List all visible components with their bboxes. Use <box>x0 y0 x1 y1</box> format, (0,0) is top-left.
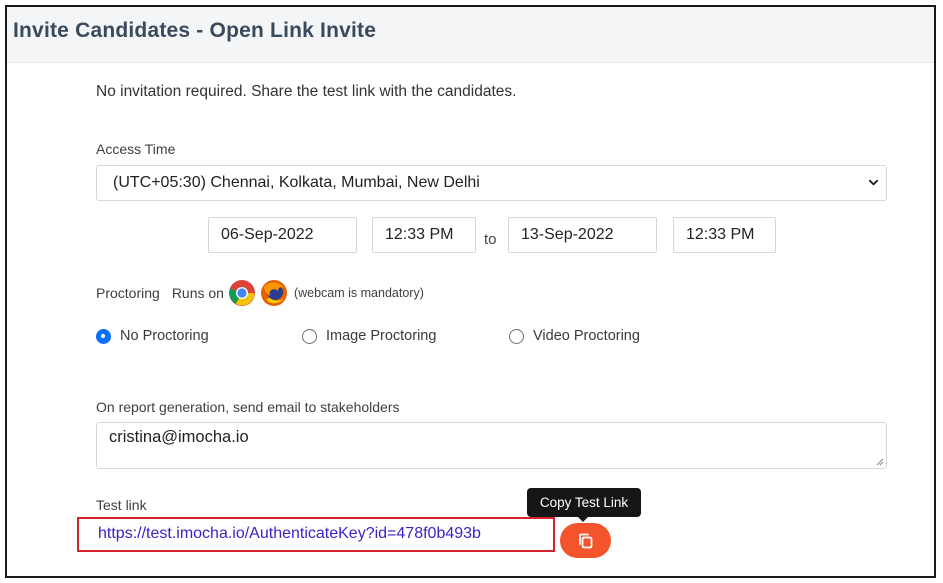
stakeholders-label: On report generation, send email to stak… <box>96 399 400 415</box>
proctoring-label: Proctoring <box>96 285 160 301</box>
radio-button-checked[interactable] <box>96 328 111 344</box>
chrome-icon <box>228 280 255 306</box>
radio-label: No Proctoring <box>120 328 209 344</box>
test-link-highlight: https://test.imocha.io/AuthenticateKey?i… <box>77 517 555 552</box>
radio-no-proctoring[interactable]: No Proctoring <box>96 325 209 347</box>
test-link-label: Test link <box>96 497 147 513</box>
timezone-value: (UTC+05:30) Chennai, Kolkata, Mumbai, Ne… <box>113 174 480 191</box>
test-link-url[interactable]: https://test.imocha.io/AuthenticateKey?i… <box>98 525 481 542</box>
radio-label: Video Proctoring <box>533 328 640 344</box>
webcam-note: (webcam is mandatory) <box>293 286 424 300</box>
radio-video-proctoring[interactable]: Video Proctoring <box>509 325 640 347</box>
firefox-icon <box>260 280 287 306</box>
info-text: No invitation required. Share the test l… <box>96 83 517 100</box>
copy-icon <box>578 533 592 548</box>
proctoring-row: Proctoring Runs on (webcam is mandatory) <box>96 277 424 309</box>
resize-grip-icon[interactable] <box>875 457 884 466</box>
start-date-input[interactable]: 06-Sep-2022 <box>208 217 357 253</box>
radio-image-proctoring[interactable]: Image Proctoring <box>302 325 436 347</box>
panel-header: Invite Candidates - Open Link Invite <box>7 7 934 63</box>
radio-label: Image Proctoring <box>326 328 437 344</box>
radio-button[interactable] <box>302 328 317 344</box>
end-date-input[interactable]: 13-Sep-2022 <box>508 217 657 253</box>
radio-button[interactable] <box>509 328 524 344</box>
end-time-input[interactable]: 12:33 PM <box>673 217 776 253</box>
invite-panel: Invite Candidates - Open Link Invite No … <box>5 5 936 578</box>
stakeholder-email-value: cristina@imocha.io <box>109 428 249 446</box>
chevron-down-icon <box>868 179 879 186</box>
access-time-label: Access Time <box>96 141 176 157</box>
stakeholder-email-textarea[interactable]: cristina@imocha.io <box>96 422 887 469</box>
page-title: Invite Candidates - Open Link Invite <box>13 19 377 42</box>
start-time-input[interactable]: 12:33 PM <box>372 217 476 253</box>
timezone-select[interactable]: (UTC+05:30) Chennai, Kolkata, Mumbai, Ne… <box>96 165 887 201</box>
runs-on-label: Runs on <box>171 285 224 301</box>
copy-link-button[interactable] <box>560 523 611 558</box>
copy-tooltip: Copy Test Link <box>527 488 641 522</box>
range-separator: to <box>484 231 497 248</box>
